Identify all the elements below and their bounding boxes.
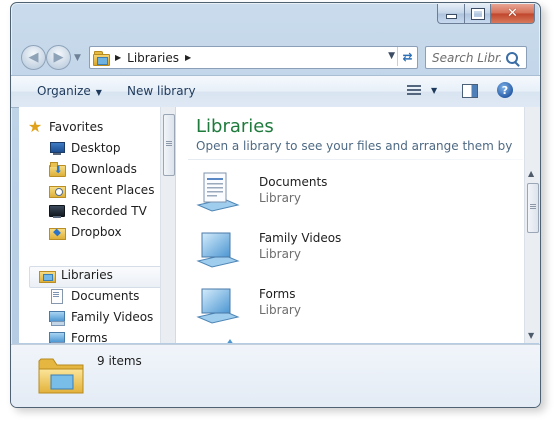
header-divider bbox=[188, 159, 523, 160]
library-name: Forms bbox=[259, 287, 296, 301]
tree-item-documents[interactable]: Documents bbox=[49, 286, 139, 306]
libraries-folder-icon bbox=[38, 358, 84, 394]
tree-item-label: Documents bbox=[71, 289, 140, 303]
refresh-button[interactable]: ⇄ bbox=[397, 47, 417, 66]
back-arrow-icon: ◀ bbox=[28, 50, 39, 65]
close-button[interactable]: ✕ bbox=[491, 4, 535, 24]
tree-item-dropbox[interactable]: Dropbox bbox=[49, 222, 122, 242]
library-item-forms[interactable]: Forms Library bbox=[194, 281, 494, 331]
library-type: Library bbox=[259, 303, 301, 317]
breadcrumb-libraries[interactable]: Libraries bbox=[127, 51, 179, 65]
library-type: Library bbox=[259, 191, 301, 205]
tree-item-family-videos[interactable]: Family Videos bbox=[49, 307, 153, 327]
library-icon bbox=[49, 310, 65, 326]
caption-buttons: ✕ bbox=[437, 4, 535, 24]
tree-item-label: Favorites bbox=[49, 120, 104, 134]
scrollbar-thumb[interactable] bbox=[527, 183, 539, 233]
recent-places-icon bbox=[49, 183, 66, 198]
address-bar[interactable]: ▶ Libraries ▶ ▼ ⇄ bbox=[89, 46, 418, 69]
library-icon bbox=[49, 331, 65, 343]
documents-icon bbox=[49, 289, 65, 304]
forward-button[interactable]: ▶ bbox=[46, 45, 71, 70]
recorded-tv-icon bbox=[49, 204, 65, 218]
libraries-folder-icon bbox=[93, 51, 110, 66]
documents-library-icon bbox=[196, 172, 240, 212]
search-input[interactable]: Search Libr... bbox=[432, 51, 502, 65]
library-icon bbox=[196, 232, 240, 268]
tree-item-label: Libraries bbox=[61, 268, 113, 282]
library-icon bbox=[196, 288, 240, 324]
chevron-down-icon: ▼ bbox=[95, 88, 102, 97]
library-icon bbox=[227, 339, 233, 343]
tree-item-libraries[interactable]: Libraries bbox=[39, 265, 113, 285]
organize-label: Organize bbox=[37, 84, 91, 98]
dropbox-folder-icon bbox=[49, 225, 66, 240]
change-view-icon[interactable] bbox=[407, 85, 421, 97]
navigation-scrollbar[interactable] bbox=[160, 107, 176, 343]
library-name: Documents bbox=[259, 175, 328, 189]
tree-item-downloads[interactable]: ⬇ Downloads bbox=[49, 159, 137, 179]
tree-item-label: Recent Places bbox=[71, 183, 155, 197]
tree-item-label: Family Videos bbox=[71, 310, 154, 324]
maximize-button[interactable] bbox=[465, 4, 491, 24]
breadcrumb-chevron-icon[interactable]: ▶ bbox=[185, 53, 191, 62]
details-pane: 9 items bbox=[11, 344, 540, 407]
item-count: 9 items bbox=[97, 354, 142, 368]
content-scrollbar[interactable]: ▲ ▼ bbox=[524, 107, 540, 343]
library-item-partial[interactable] bbox=[194, 337, 494, 343]
navigation-row: ◀ ▶ ▼ ▶ Libraries ▶ ▼ ⇄ Search Libr... bbox=[11, 41, 540, 73]
scrollbar-thumb[interactable] bbox=[163, 114, 175, 176]
organize-menu[interactable]: Organize ▼ bbox=[37, 84, 102, 98]
tree-item-desktop[interactable]: Desktop bbox=[49, 138, 121, 158]
explorer-window: ✕ ◀ ▶ ▼ ▶ Libraries ▶ ▼ ⇄ Search Libr...… bbox=[10, 2, 541, 408]
recent-pages-dropdown[interactable]: ▼ bbox=[74, 53, 81, 63]
tree-item-forms[interactable]: Forms bbox=[49, 328, 107, 343]
command-bar: Organize ▼ New library ▼ ? bbox=[11, 75, 540, 108]
tree-item-label: Forms bbox=[71, 331, 108, 343]
tree-item-favorites[interactable]: ★ Favorites bbox=[27, 117, 103, 137]
star-icon: ★ bbox=[27, 117, 43, 136]
view-options-dropdown-icon[interactable]: ▼ bbox=[431, 86, 437, 95]
library-type: Library bbox=[259, 247, 301, 261]
back-button[interactable]: ◀ bbox=[21, 45, 46, 70]
tree-item-label: Downloads bbox=[71, 162, 137, 176]
library-name: Family Videos bbox=[259, 231, 342, 245]
scroll-up-icon[interactable]: ▲ bbox=[528, 169, 534, 178]
preview-pane-icon[interactable] bbox=[462, 84, 478, 98]
tree-item-label: Dropbox bbox=[71, 225, 122, 239]
tree-item-label: Recorded TV bbox=[71, 204, 147, 218]
minimize-icon bbox=[445, 14, 457, 19]
page-subtitle: Open a library to see your files and arr… bbox=[196, 139, 516, 153]
minimize-button[interactable] bbox=[437, 4, 465, 24]
close-icon: ✕ bbox=[507, 6, 518, 21]
content-pane: Libraries Open a library to see your fil… bbox=[176, 107, 525, 343]
breadcrumb-chevron-icon[interactable]: ▶ bbox=[115, 53, 121, 62]
scroll-down-icon[interactable]: ▼ bbox=[528, 331, 534, 340]
search-box[interactable]: Search Libr... bbox=[425, 46, 527, 69]
help-icon[interactable]: ? bbox=[497, 82, 513, 98]
library-item-documents[interactable]: Documents Library bbox=[194, 169, 494, 219]
desktop-icon bbox=[49, 141, 65, 155]
downloads-folder-icon: ⬇ bbox=[49, 162, 66, 177]
new-library-button[interactable]: New library bbox=[127, 84, 196, 98]
maximize-icon bbox=[470, 7, 485, 20]
libraries-icon bbox=[39, 268, 56, 283]
search-icon[interactable] bbox=[506, 51, 518, 64]
library-item-family-videos[interactable]: Family Videos Library bbox=[194, 225, 494, 275]
tree-item-recorded-tv[interactable]: Recorded TV bbox=[49, 201, 147, 221]
forward-arrow-icon: ▶ bbox=[53, 50, 64, 65]
tree-item-recent-places[interactable]: Recent Places bbox=[49, 180, 154, 200]
navigation-pane: ★ Favorites Desktop ⬇ Downloads Recent P… bbox=[19, 107, 169, 343]
page-title: Libraries bbox=[196, 116, 274, 137]
tree-item-label: Desktop bbox=[71, 141, 121, 155]
refresh-icon: ⇄ bbox=[402, 49, 413, 64]
address-dropdown-icon[interactable]: ▼ bbox=[388, 51, 395, 61]
